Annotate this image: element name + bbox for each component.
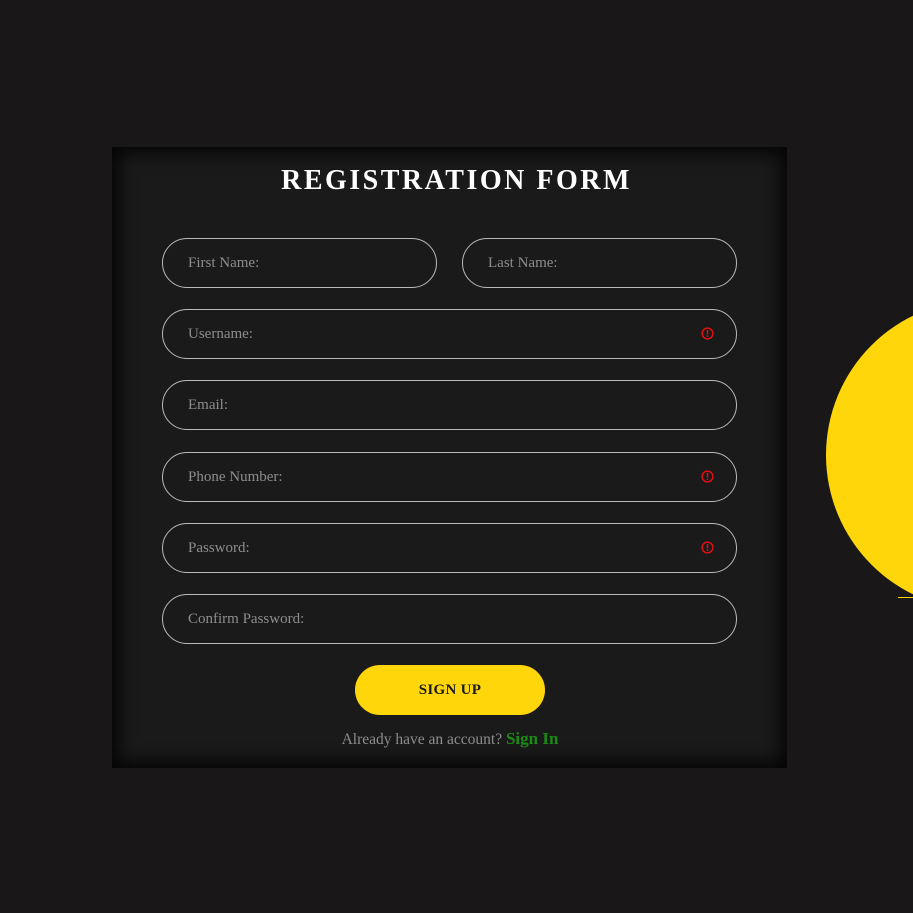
first-name-placeholder: First Name:	[188, 255, 260, 271]
email-placeholder: Email:	[188, 397, 228, 413]
phone-number-field[interactable]: Phone Number:	[162, 452, 737, 502]
email-field[interactable]: Email:	[162, 380, 737, 430]
phone-number-placeholder: Phone Number:	[188, 469, 283, 485]
first-name-field[interactable]: First Name:	[162, 238, 437, 288]
sign-up-button[interactable]: SIGN UP	[355, 665, 545, 715]
confirm-password-field[interactable]: Confirm Password:	[162, 594, 737, 644]
error-info-icon	[701, 470, 714, 483]
password-field[interactable]: Password:	[162, 523, 737, 573]
error-info-icon	[701, 541, 714, 554]
username-field[interactable]: Username:	[162, 309, 737, 359]
decorative-yellow-circle	[826, 300, 913, 610]
confirm-password-placeholder: Confirm Password:	[188, 611, 305, 627]
username-placeholder: Username:	[188, 326, 253, 342]
sign-in-link[interactable]: Sign In	[506, 729, 558, 748]
form-title: REGISTRATION FORM	[281, 165, 632, 196]
signin-prompt: Already have an account? Sign In	[0, 728, 900, 751]
page: REGISTRATION FORM First Name: Last Name:…	[0, 0, 913, 913]
password-placeholder: Password:	[188, 540, 250, 556]
last-name-field[interactable]: Last Name:	[462, 238, 737, 288]
signin-prompt-text: Already have an account?	[341, 731, 503, 748]
last-name-placeholder: Last Name:	[488, 255, 558, 271]
error-info-icon	[701, 327, 714, 340]
decorative-yellow-line	[898, 597, 913, 604]
